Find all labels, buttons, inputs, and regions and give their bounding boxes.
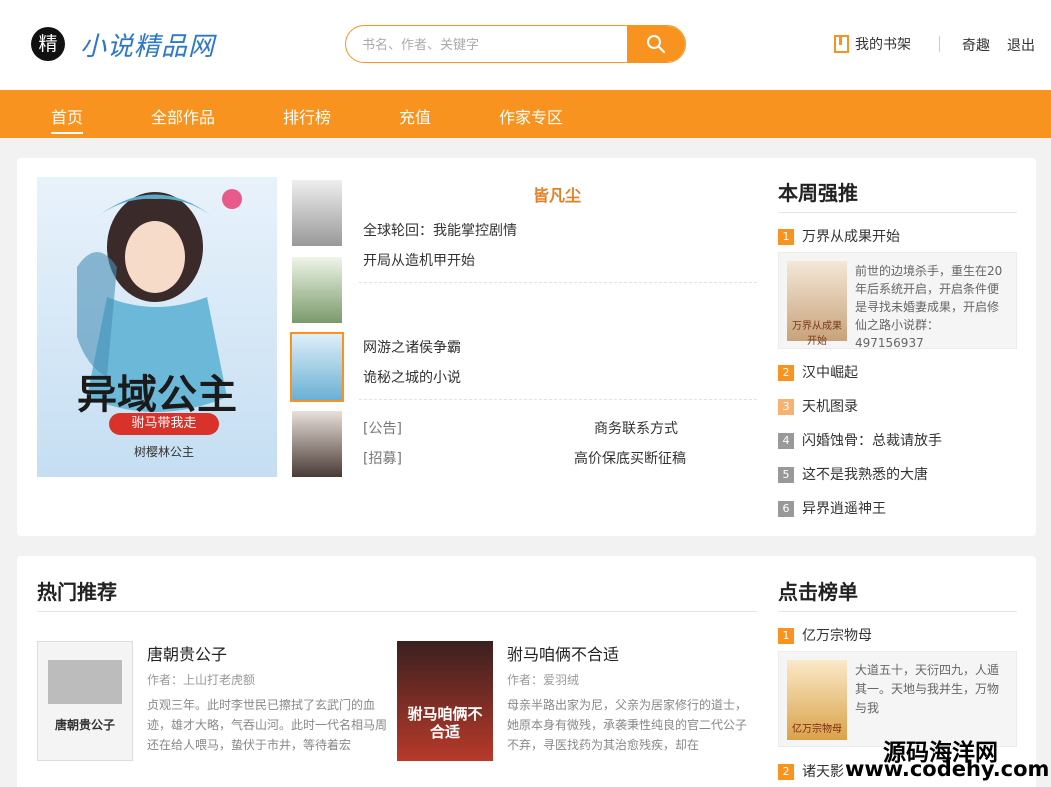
- hot-book-cover: 唐朝贵公子: [37, 641, 133, 761]
- hot-book-cover-text: 驸马咱俩不合适: [407, 705, 483, 741]
- recruit-text[interactable]: 高价保底买断征稿: [574, 448, 686, 468]
- bookshelf-label: 我的书架: [855, 37, 911, 53]
- thumb-cover-4[interactable]: [292, 411, 342, 477]
- featured-line[interactable]: 全球轮回：我能掌控剧情: [363, 220, 517, 240]
- rank-number: 3: [778, 399, 794, 415]
- recruit-tag[interactable]: [招募]: [363, 448, 402, 468]
- click-card-cover-text: 亿万宗物母: [792, 724, 842, 735]
- logout-link[interactable]: 退出: [1007, 35, 1035, 55]
- cover-art: [48, 660, 122, 704]
- weekly-card-desc: 前世的边境杀手，重生在20年后系统开启，开启条件便是寻找未婚妻成果，开启修仙之路…: [855, 264, 1003, 350]
- nav-recharge[interactable]: 充值: [399, 104, 431, 128]
- section-rule: [778, 611, 1017, 612]
- hot-book-cover-text: 唐朝贵公子: [54, 718, 115, 732]
- featured-cover-title: 异域公主: [77, 371, 237, 418]
- featured-line[interactable]: 开局从造机甲开始: [363, 250, 475, 270]
- hot-book[interactable]: 唐朝贵公子 唐朝贵公子 作者：上山打老虎额 贞观三年。此时李世民已擦拭了玄武门的…: [37, 641, 387, 761]
- featured-cover-author: 树樱林公主: [133, 445, 194, 459]
- weekly-rank-item[interactable]: 1 万界从成果开始: [778, 226, 900, 246]
- featured-cover[interactable]: 异域公主 驸马带我走 树樱林公主: [37, 177, 277, 477]
- hot-book-name: 驸马咱俩不合适: [507, 645, 620, 664]
- header-divider: [939, 36, 940, 52]
- nav-rankings[interactable]: 排行榜: [283, 104, 331, 128]
- click-card-cover: 亿万宗物母: [787, 660, 847, 740]
- rank-number: 4: [778, 433, 794, 449]
- weekly-rank-item[interactable]: 5 这不是我熟悉的大唐: [778, 464, 928, 484]
- username-link[interactable]: 奇趣: [962, 35, 990, 55]
- weekly-card-cover: 万界从成果开始: [787, 261, 847, 347]
- bookshelf-icon: [834, 35, 849, 53]
- hot-title: 热门推荐: [37, 580, 117, 604]
- click-rank-item[interactable]: 2 诸天影: [778, 761, 844, 781]
- featured-line[interactable]: 诡秘之城的小说: [363, 367, 461, 387]
- notice-text[interactable]: 商务联系方式: [594, 418, 678, 438]
- weekly-rank-item[interactable]: 6 异界逍遥神王: [778, 498, 886, 518]
- weekly-rank-item[interactable]: 2 汉中崛起: [778, 362, 858, 382]
- rank-number: 5: [778, 467, 794, 483]
- section-rule: [778, 212, 1017, 213]
- weekly-rank-item[interactable]: 3 天机图录: [778, 396, 858, 416]
- rank-name: 闪婚蚀骨：总裁请放手: [802, 433, 942, 449]
- logo-mark[interactable]: 精: [31, 27, 65, 61]
- nav-home[interactable]: 首页: [51, 104, 84, 134]
- weekly-title: 本周强推: [778, 181, 858, 205]
- nav-author-zone[interactable]: 作家专区: [499, 104, 563, 128]
- featured-cover-subtitle: 驸马带我走: [109, 413, 219, 435]
- section-rule: [37, 611, 757, 612]
- thumb-cover-2[interactable]: [292, 257, 342, 323]
- rank-name: 亿万宗物母: [802, 628, 872, 644]
- bookshelf-link[interactable]: 我的书架: [834, 34, 911, 54]
- nav-all-works[interactable]: 全部作品: [151, 104, 215, 128]
- thumb-cover-1[interactable]: [292, 180, 342, 246]
- search-box: [345, 25, 686, 63]
- search-icon: [647, 35, 666, 54]
- watermark-url: www.codehy.com: [845, 757, 1050, 781]
- rank-name: 汉中崛起: [802, 365, 858, 381]
- hot-book-cover: 驸马咱俩不合适: [397, 641, 493, 761]
- featured-line[interactable]: 网游之诸侯争霸: [363, 337, 461, 357]
- main-nav: 首页 全部作品 排行榜 充值 作家专区: [0, 90, 1051, 138]
- weekly-rank-item[interactable]: 4 闪婚蚀骨：总裁请放手: [778, 430, 942, 450]
- thumb-cover-3[interactable]: [290, 332, 344, 402]
- featured-title[interactable]: 皆凡尘: [533, 182, 581, 206]
- rank-name: 诸天影: [802, 764, 844, 780]
- rank-number: 2: [778, 365, 794, 381]
- rank-number: 2: [778, 764, 794, 780]
- site-header: 精 小说精品网 我的书架 奇趣 退出: [0, 0, 1051, 90]
- notice-tag[interactable]: [公告]: [363, 418, 402, 438]
- rank-name: 异界逍遥神王: [802, 501, 886, 517]
- rank-number: 1: [778, 628, 794, 644]
- site-logo-text[interactable]: 小说精品网: [80, 26, 215, 63]
- search-input[interactable]: [362, 35, 622, 55]
- rank-name: 这不是我熟悉的大唐: [802, 467, 928, 483]
- search-button[interactable]: [627, 26, 685, 62]
- click-rank-item[interactable]: 1 亿万宗物母: [778, 625, 872, 645]
- weekly-card-cover-text: 万界从成果开始: [792, 321, 842, 347]
- hot-book-author: 作者：上山打老虎额: [147, 673, 256, 687]
- dashed-divider: [359, 282, 757, 283]
- hot-book[interactable]: 驸马咱俩不合适 驸马咱俩不合适 作者：爱羽绒 母亲半路出家为尼，父亲为居家修行的…: [397, 641, 747, 761]
- hot-book-desc: 母亲半路出家为尼，父亲为居家修行的道士，她原本身有微残，承袭秉性纯良的官二代公子…: [507, 698, 748, 752]
- hot-book-name: 唐朝贵公子: [147, 645, 228, 664]
- rank-name: 天机图录: [802, 399, 858, 415]
- hot-book-author: 作者：爱羽绒: [507, 673, 580, 687]
- rank-number: 6: [778, 501, 794, 517]
- click-card-desc: 大道五十，天衍四九，人遁其一。天地与我并生，万物与我: [855, 663, 1000, 715]
- clicks-title: 点击榜单: [778, 580, 858, 604]
- rank-name: 万界从成果开始: [802, 229, 900, 245]
- weekly-rank-card[interactable]: 万界从成果开始 前世的边境杀手，重生在20年后系统开启，开启条件便是寻找未婚妻成…: [778, 252, 1017, 350]
- dashed-divider: [359, 399, 757, 400]
- hot-book-desc: 贞观三年。此时李世民已擦拭了玄武门的血迹，雄才大略，气吞山河。此时一代名相马周还…: [147, 698, 388, 752]
- rank-number: 1: [778, 229, 794, 245]
